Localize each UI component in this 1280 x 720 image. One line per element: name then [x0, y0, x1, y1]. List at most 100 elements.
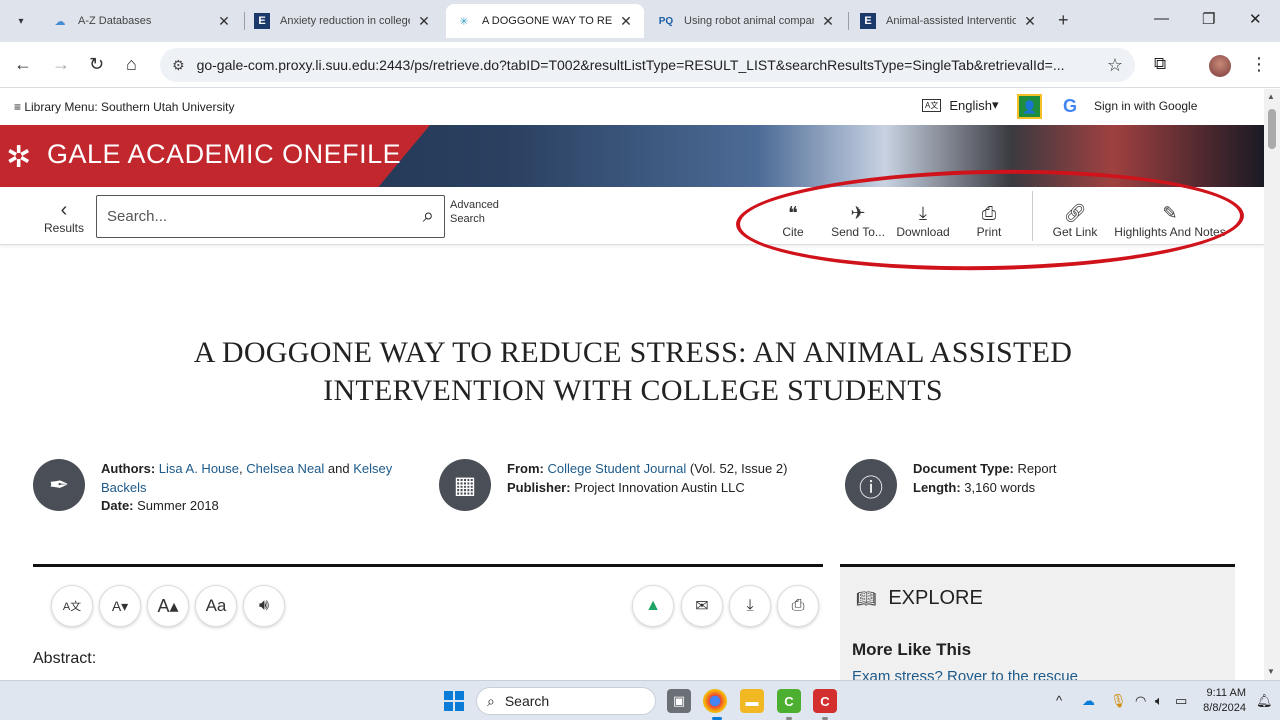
print-button[interactable]: ⎙ Print: [974, 201, 1004, 239]
translate-button[interactable]: A文: [51, 585, 93, 627]
tab-robot-animal[interactable]: PQ Using robot animal compan ✕: [648, 4, 846, 38]
gale-banner: ✲ GALE ACADEMIC ONEFILE: [0, 125, 1264, 187]
proquest-favicon-icon: PQ: [658, 15, 674, 27]
scroll-down-arrow-icon[interactable]: ▼: [1267, 667, 1275, 676]
tab-doggone-active[interactable]: ✳ A DOGGONE WAY TO REDU ✕: [446, 4, 644, 38]
camtasia-red-icon[interactable]: C: [813, 689, 837, 713]
increase-font-button[interactable]: A▴: [147, 585, 189, 627]
profile-avatar[interactable]: [1209, 55, 1231, 77]
advanced-search-link[interactable]: Advanced Search: [450, 198, 499, 226]
windows-start-icon[interactable]: [444, 691, 464, 711]
author-link[interactable]: Chelsea Neal: [246, 461, 324, 476]
decrease-font-button[interactable]: A▾: [99, 585, 141, 627]
journal-link[interactable]: College Student Journal: [547, 461, 686, 476]
window-close-icon[interactable]: ✕: [1249, 10, 1262, 28]
font-style-button[interactable]: Aa: [195, 585, 237, 627]
site-info-icon[interactable]: ⚙: [172, 57, 185, 74]
language-selector[interactable]: A文 English ▾: [922, 97, 999, 113]
search-input[interactable]: Search... ⌕: [96, 195, 445, 238]
new-tab-button[interactable]: +: [1058, 10, 1069, 31]
tab-anxiety-reduction[interactable]: E Anxiety reduction in college ✕: [244, 4, 442, 38]
author-link[interactable]: Lisa A. House: [159, 461, 239, 476]
library-bar: ≡ Library Menu: Southern Utah University…: [0, 89, 1264, 125]
file-explorer-icon[interactable]: ▬: [740, 689, 764, 713]
home-icon[interactable]: ⌂: [126, 54, 137, 75]
font-increase-icon: A▴: [157, 595, 179, 616]
printer-icon: ⎙: [791, 597, 805, 614]
forward-arrow-icon[interactable]: →: [52, 54, 70, 75]
quote-icon: ❝: [788, 203, 798, 223]
download-button[interactable]: ⤓ Download: [894, 201, 952, 239]
close-icon[interactable]: ✕: [216, 13, 232, 30]
search-icon[interactable]: ⌕: [423, 205, 434, 228]
results-back-button[interactable]: ‹ Results: [38, 199, 90, 235]
listen-button[interactable]: 🔊︎: [243, 585, 285, 627]
taskbar-search-box[interactable]: ⌕ Search: [476, 687, 656, 715]
volume-icon[interactable]: 🔈︎: [1155, 693, 1163, 709]
chrome-icon[interactable]: [703, 689, 727, 713]
battery-icon[interactable]: ▭: [1175, 693, 1187, 709]
microphone-icon[interactable]: 🎙︎: [1110, 693, 1127, 709]
system-clock[interactable]: 9:11 AM 8/8/2024: [1198, 686, 1246, 716]
pen-icon: ✎: [1162, 203, 1178, 223]
highlights-label: Highlights And Notes: [1114, 225, 1226, 239]
product-title[interactable]: GALE ACADEMIC ONEFILE: [47, 139, 401, 170]
pen-nib-icon: ✒: [33, 459, 85, 511]
article-title-line-1: A DOGGONE WAY TO REDUCE STRESS: AN ANIMA…: [193, 336, 1073, 369]
close-icon[interactable]: ✕: [416, 13, 432, 30]
scroll-thumb[interactable]: [1268, 109, 1276, 149]
show-hidden-icons-chevron-icon[interactable]: ^: [1056, 693, 1062, 708]
restore-icon[interactable]: ❐: [1202, 10, 1215, 28]
scroll-up-arrow-icon[interactable]: ▲: [1267, 92, 1275, 101]
camtasia-green-icon[interactable]: C: [777, 689, 801, 713]
back-arrow-icon[interactable]: ←: [14, 54, 32, 75]
address-bar[interactable]: ⚙ go-gale-com.proxy.li.suu.edu:2443/ps/r…: [160, 48, 1135, 82]
gale-logo-icon[interactable]: ✲: [6, 140, 31, 175]
google-classroom-icon[interactable]: 👤: [1017, 94, 1042, 119]
page-scrollbar[interactable]: ▲ ▼: [1264, 89, 1280, 680]
tab-az-databases[interactable]: ☁ A-Z Databases ✕: [42, 4, 242, 38]
journal-issue: (Vol. 52, Issue 2): [689, 461, 788, 476]
abstract-heading: Abstract:: [33, 650, 97, 667]
wifi-icon[interactable]: ◠: [1135, 693, 1146, 709]
email-button[interactable]: ✉: [681, 585, 723, 627]
notifications-bell-icon[interactable]: 🔔︎: [1256, 693, 1273, 709]
cite-button[interactable]: ❝ Cite: [780, 201, 806, 239]
close-icon[interactable]: ✕: [618, 13, 634, 30]
task-view-icon[interactable]: ▣: [667, 689, 691, 713]
book-open-icon: 📖︎: [856, 590, 877, 608]
building-icon: ▦: [439, 459, 491, 511]
send-to-button[interactable]: ✈ Send To...: [830, 201, 886, 239]
google-drive-icon: ▲: [645, 597, 661, 614]
tab-animal-assisted[interactable]: E Animal-assisted Interventio ✕: [850, 4, 1048, 38]
chevron-left-icon: ‹: [60, 199, 68, 221]
document-toolbar: ‹ Results Search... ⌕ Advanced Search ❝ …: [0, 187, 1264, 245]
download-tool-button[interactable]: ⤓: [729, 585, 771, 627]
font-decrease-icon: A▾: [111, 597, 129, 614]
close-icon[interactable]: ✕: [820, 13, 836, 30]
extensions-puzzle-icon[interactable]: ⧉: [1154, 54, 1166, 74]
search-icon: ⌕: [487, 692, 495, 709]
link-icon: 🔗︎: [1063, 203, 1087, 223]
close-icon[interactable]: ✕: [1022, 13, 1038, 30]
font-style-icon: Aa: [205, 596, 227, 615]
publisher-label: Publisher:: [507, 479, 571, 495]
tab-title: A DOGGONE WAY TO REDU: [482, 15, 612, 27]
publisher-value: Project Innovation Austin LLC: [574, 479, 745, 495]
author-conjunction: and: [327, 461, 350, 476]
sign-in-google-link[interactable]: Sign in with Google: [1094, 99, 1197, 113]
bookmark-star-icon[interactable]: ☆: [1107, 55, 1123, 76]
onedrive-cloud-icon[interactable]: ☁: [1082, 693, 1095, 709]
highlights-notes-button[interactable]: ✎ Highlights And Notes: [1112, 201, 1228, 239]
reload-icon[interactable]: ↻: [89, 54, 104, 75]
gale-favicon-icon: ✳: [459, 15, 469, 28]
source-block: ▦ From: College Student Journal (Vol. 52…: [439, 459, 829, 511]
tab-search-chevron-icon[interactable]: ▾: [8, 8, 34, 34]
library-menu-button[interactable]: ≡ Library Menu: Southern Utah University: [14, 100, 234, 114]
google-drive-button[interactable]: ▲: [632, 585, 674, 627]
browser-menu-icon[interactable]: ⋮: [1250, 54, 1268, 75]
print-tool-button[interactable]: ⎙: [777, 585, 819, 627]
get-link-button[interactable]: 🔗︎ Get Link: [1052, 201, 1098, 239]
article-title: A DOGGONE WAY TO REDUCE STRESS: AN ANIMA…: [100, 334, 1166, 410]
minimize-icon[interactable]: —: [1154, 10, 1169, 27]
